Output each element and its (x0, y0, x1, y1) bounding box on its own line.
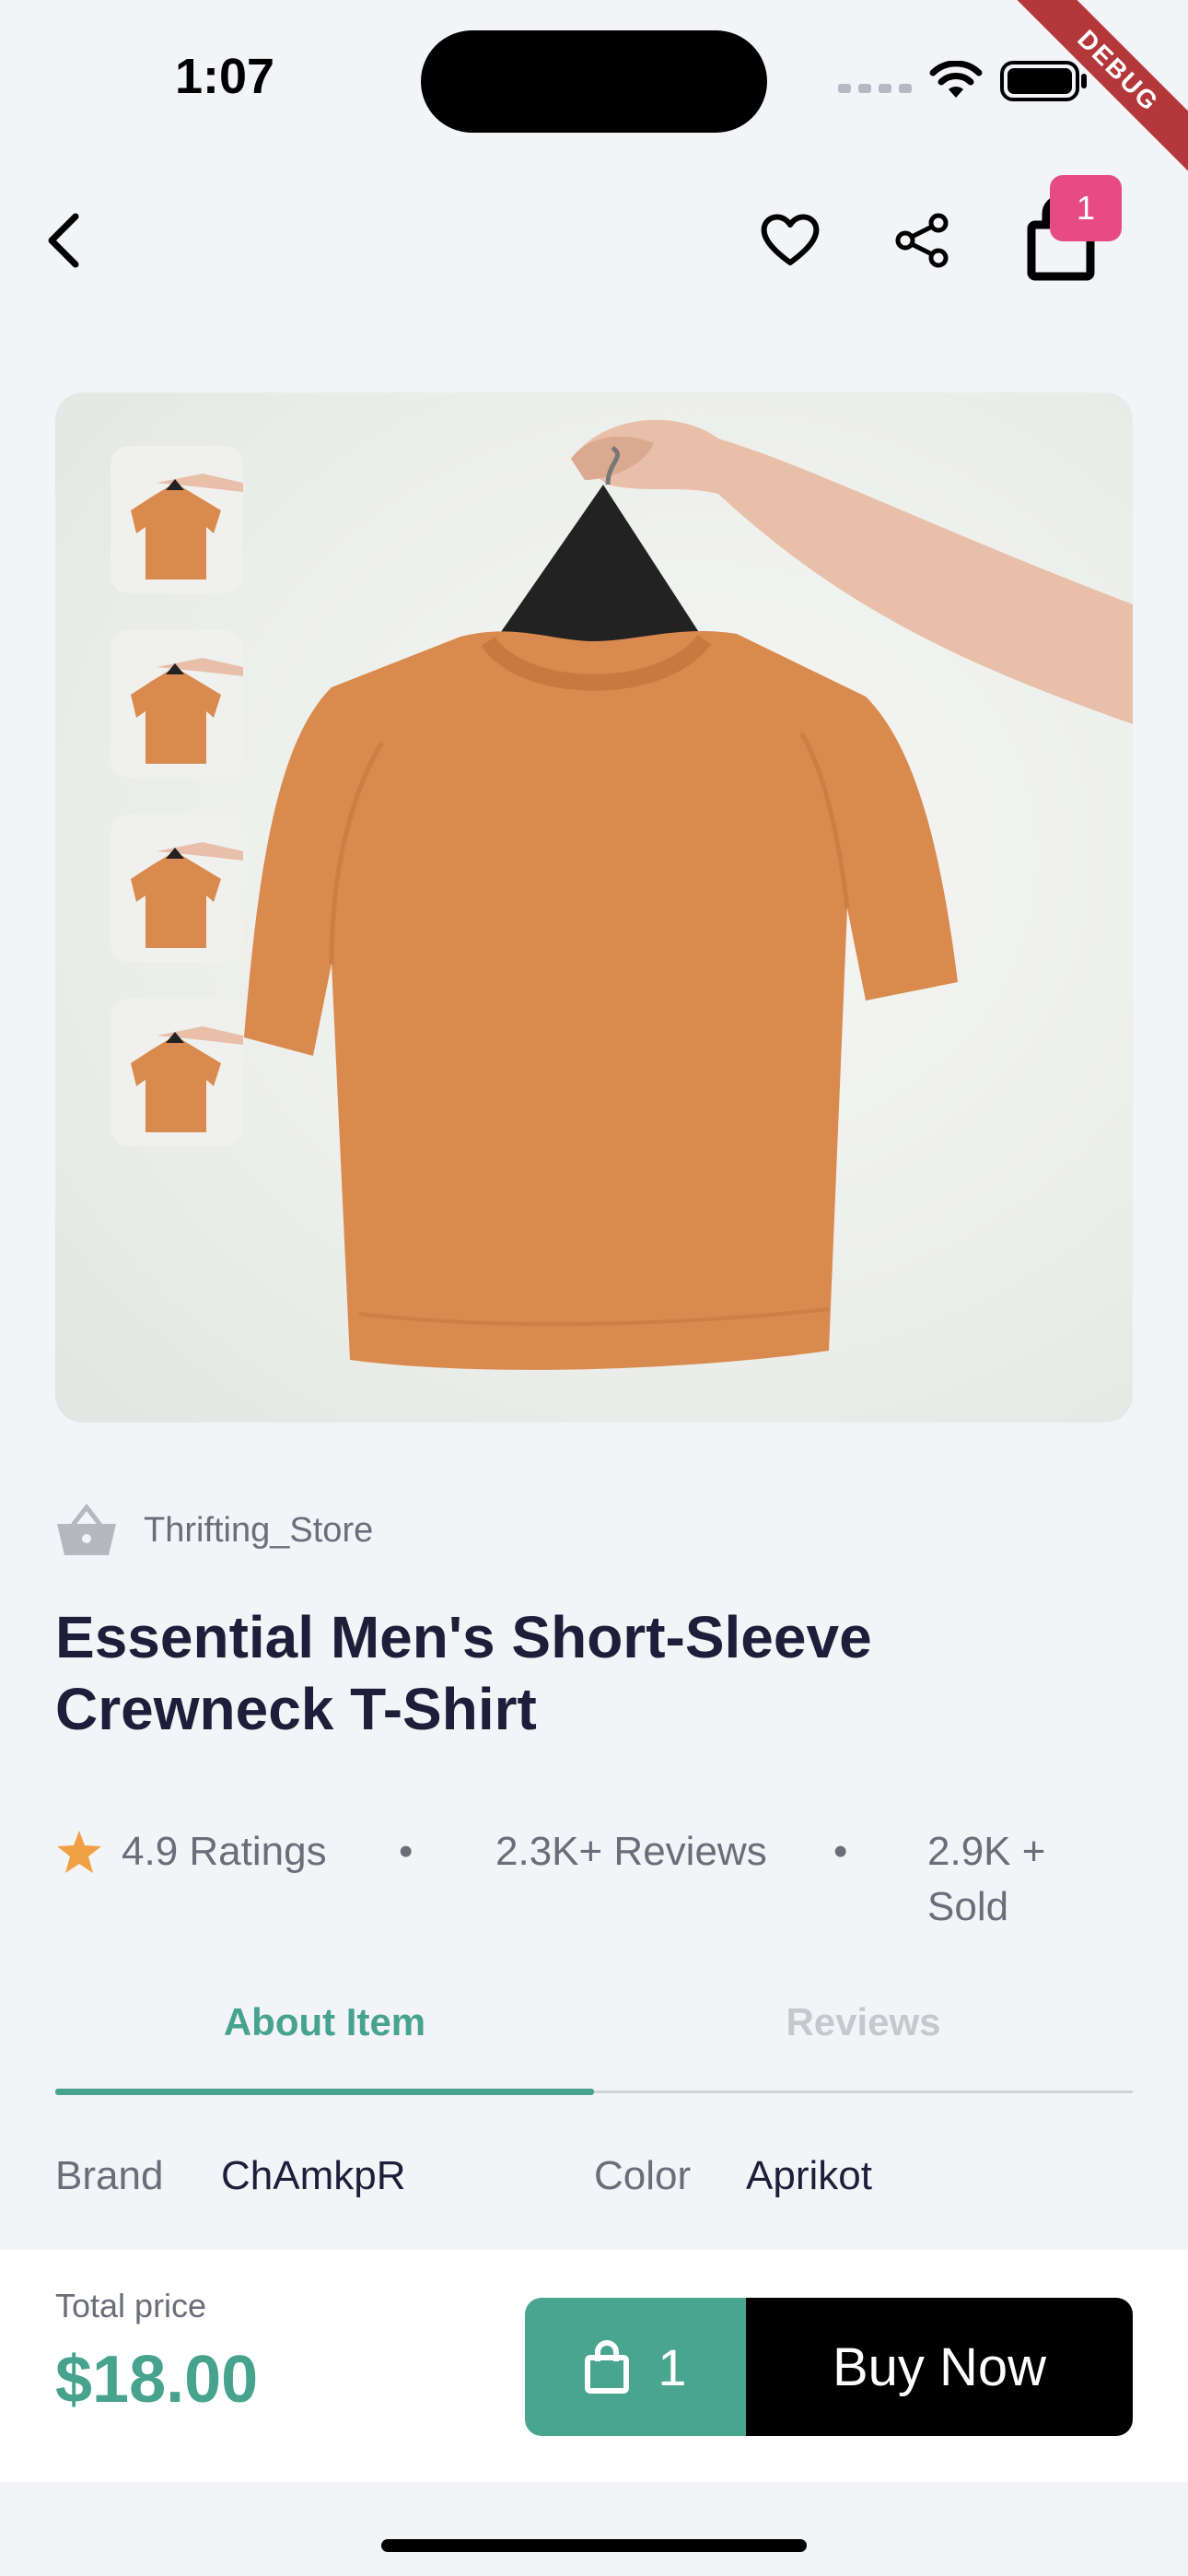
total-price-label: Total price (55, 2287, 207, 2324)
product-image[interactable] (55, 392, 1133, 1423)
product-title: Essential Men's Short-Sleeve Crewneck T-… (55, 1604, 872, 1742)
back-button[interactable] (28, 199, 101, 282)
quantity-value: 1 (658, 2337, 687, 2396)
shopping-bag-icon (585, 2340, 630, 2394)
home-indicator[interactable] (381, 2539, 807, 2552)
chevron-left-icon (48, 213, 79, 268)
thumbnail-4[interactable] (111, 999, 243, 1146)
cellular-signal-icon (838, 84, 912, 93)
active-tab-indicator (55, 2089, 594, 2095)
basket-icon (57, 1504, 116, 1555)
status-time: 1:07 (175, 49, 275, 104)
color-value: Aprikot (746, 2153, 872, 2198)
wifi-icon (929, 61, 983, 98)
detail-tabs: About Item Reviews (55, 1992, 1133, 2095)
separator-dot: • (833, 1829, 848, 1874)
thumbnail-list (111, 446, 243, 1146)
share-button[interactable] (886, 199, 960, 282)
rating-text: 4.9 Ratings (122, 1829, 327, 1874)
cart-count-badge: 1 (1050, 175, 1122, 241)
status-icons (838, 53, 1089, 109)
thumbnail-2[interactable] (111, 630, 243, 778)
color-label: Color (594, 2153, 692, 2198)
battery-icon (1000, 61, 1087, 101)
store-row[interactable]: Thrifting_Store (55, 1504, 373, 1557)
separator-dot: • (399, 1829, 413, 1874)
store-name: Thrifting_Store (144, 1510, 374, 1550)
rating-stat: 4.9 Ratings (55, 1824, 327, 1879)
checkout-bar: Total price $18.00 1 Buy Now (0, 2250, 1188, 2482)
add-to-cart-button[interactable]: 1 (525, 2298, 746, 2436)
tab-about-item[interactable]: About Item (55, 1992, 594, 2053)
total-price-value: $18.00 (55, 2343, 259, 2417)
dynamic-island (421, 30, 767, 133)
star-icon (57, 1831, 101, 1873)
share-icon (895, 213, 949, 268)
thumbnail-3[interactable] (111, 814, 243, 962)
sold-count: 2.9K + Sold (927, 1829, 1046, 1929)
cart-button[interactable]: 1 (1013, 175, 1124, 286)
thumbnail-1[interactable] (111, 446, 243, 593)
product-stats: 4.9 Ratings • 2.3K+ Reviews • 2.9K + Sol… (55, 1824, 1133, 1929)
reviews-count: 2.3K+ Reviews (495, 1829, 767, 1874)
brand-value: ChAmkpR (221, 2153, 406, 2198)
brand-label: Brand (55, 2153, 164, 2198)
product-specs: Brand ChAmkpR Color Aprikot (55, 2149, 1133, 2204)
tab-reviews[interactable]: Reviews (594, 1992, 1133, 2053)
heart-icon (761, 214, 820, 265)
favorite-button[interactable] (753, 199, 827, 282)
buy-now-button[interactable]: Buy Now (746, 2298, 1133, 2436)
